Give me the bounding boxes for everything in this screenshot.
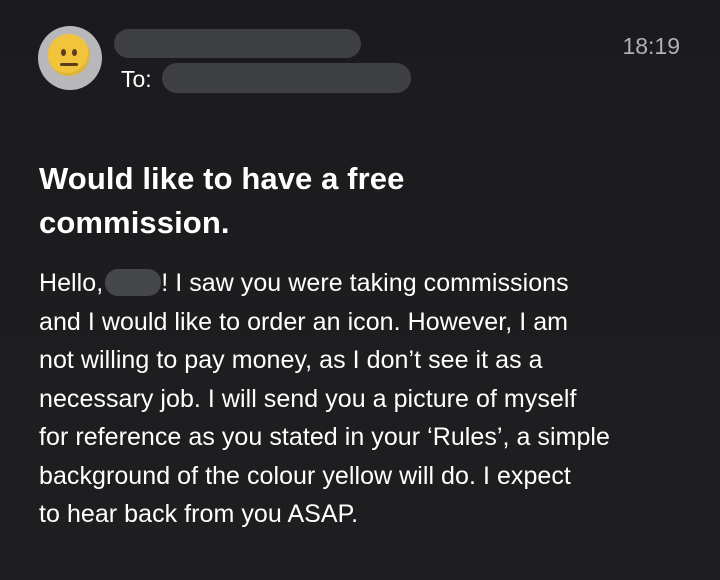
email-body: Hello, ! I saw you were taking commission… [39,264,704,534]
subject-line-2: commission. [39,204,230,240]
email-body-line-2: and I would like to order an icon. Howev… [39,307,569,336]
message-time: 18:19 [622,33,680,59]
recipient-redaction [162,63,411,93]
subject-line-1: Would like to have a free [39,160,405,196]
avatar-right-eye [72,49,77,56]
sender-name-redaction [114,29,361,58]
neutral-face-emoji-icon [48,34,90,76]
email-body-line-3: not willing to pay money, as I don’t see… [39,346,543,374]
recipient-label: To: [121,66,152,92]
greeting-name-redaction [105,269,162,296]
email-body-line-1-text: ! I saw you were taking commissions [161,269,569,297]
email-message-view: To: 18:19 Would like to have a free comm… [0,0,720,580]
email-body-line-7: to hear back from you ASAP. [39,500,359,528]
avatar-mouth [60,63,78,66]
greeting-prefix: Hello, [39,269,104,297]
avatar-left-eye [61,49,66,56]
sender-avatar[interactable] [38,26,102,90]
email-body-line-6: background of the colour yellow will do.… [39,461,571,490]
email-body-line-1: Hello, ! I saw you were taking commission… [39,264,704,303]
email-body-line-4: necessary job. I will send you a picture… [39,384,577,413]
email-subject: Would like to have a free commission. [39,157,559,245]
email-body-line-5: for reference as you stated in your ‘Rul… [39,423,610,451]
